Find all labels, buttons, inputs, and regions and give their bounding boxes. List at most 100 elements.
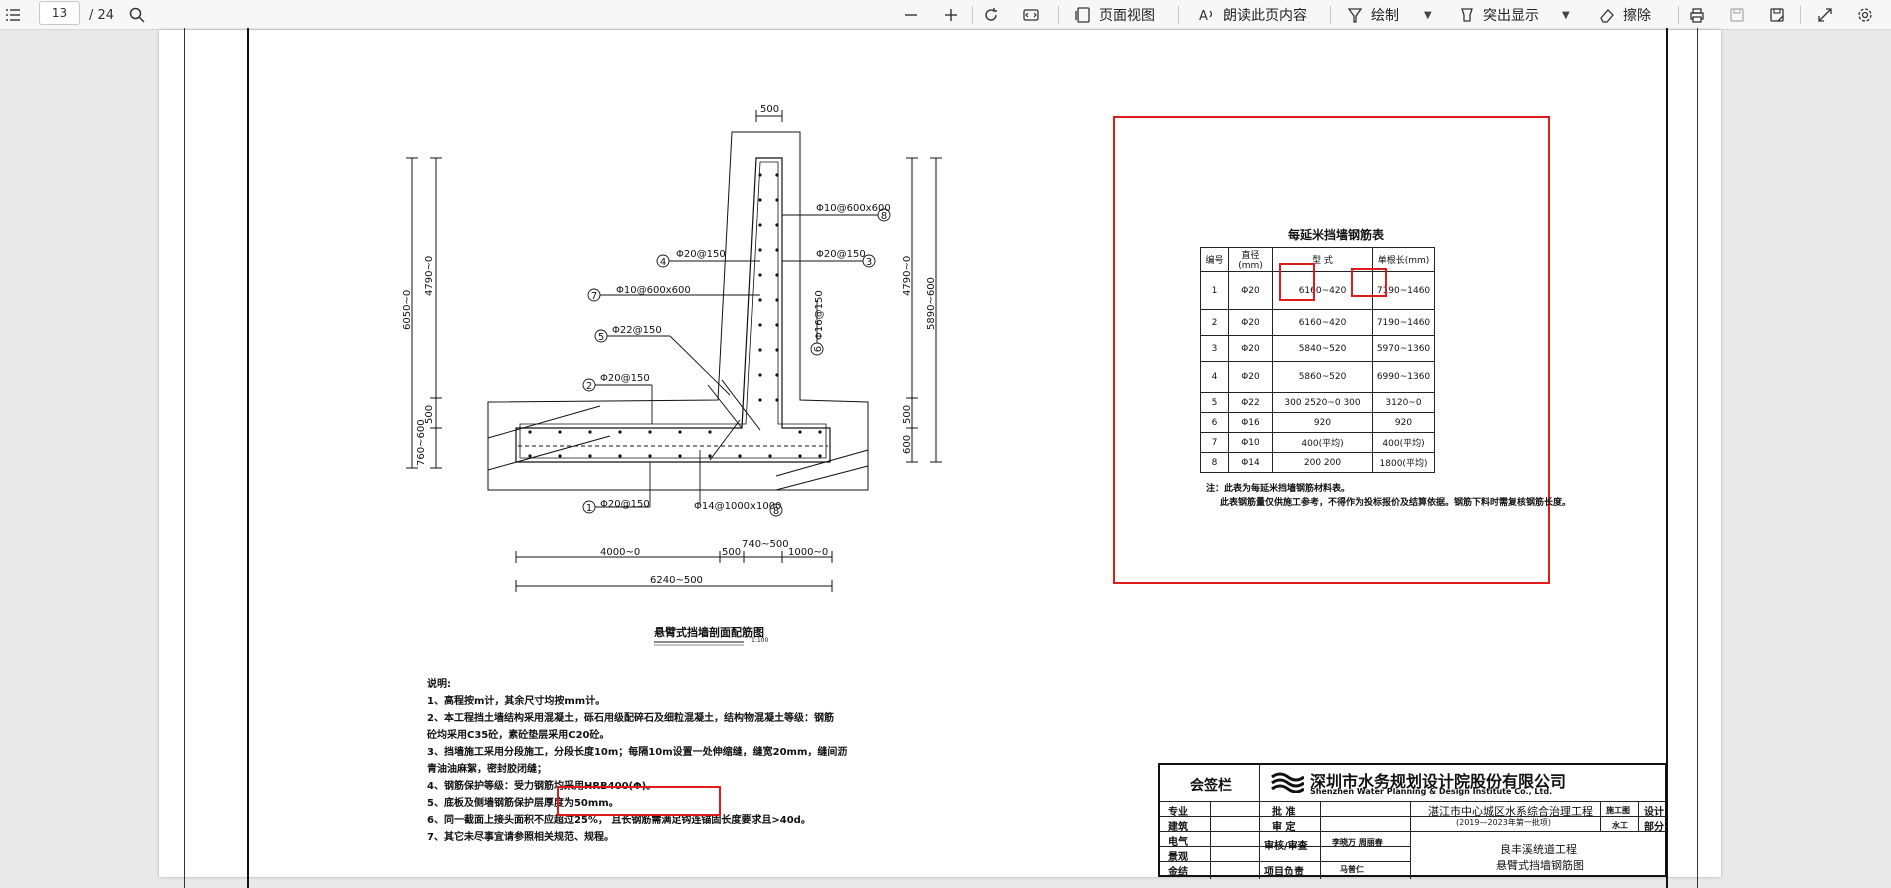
rebar-dia: Φ22 (1228, 392, 1273, 413)
project-phase: (2019—2023年第一批项) (1456, 818, 1551, 827)
signer-names: 马普仁 (1340, 865, 1364, 874)
table-row: 7 Φ10 400(平均) 400(平均) (1200, 432, 1435, 453)
haunch-line (707, 384, 743, 429)
rebar-dia: Φ20 (1228, 309, 1273, 336)
company-name-en: Shenzhen Water Planning & Design Institu… (1310, 787, 1553, 796)
dim-left-base: 760~600 (416, 419, 427, 466)
rebar-dia: Φ20 (1228, 335, 1273, 362)
rebar-no: 4 (1200, 361, 1229, 393)
rebar-dia: Φ14 (1228, 452, 1273, 473)
rebar-len: 3120~0 (1372, 392, 1435, 413)
discipline-label: 金结 (1168, 867, 1188, 878)
rebar-label-1: Φ20@150 (600, 499, 650, 510)
rebar-dia: Φ10 (1228, 432, 1273, 453)
rebar-shape: 5860~520 (1272, 361, 1373, 393)
discipline-label: 景观 (1168, 852, 1188, 863)
rebar-shape: 300 2520~0 300 (1272, 392, 1373, 413)
dim-left-upper: 4790~0 (424, 256, 435, 296)
dimension-lines (406, 110, 942, 592)
dim-bottom-total: 6240~500 (650, 575, 703, 586)
drawing-subtitle: 悬臂式挡墙钢筋图 (1496, 859, 1584, 872)
note-line: 2、本工程挡土墙结构采用混凝土，砾石用级配碎石及细粒混凝土，结构物混凝土等级：钢… (427, 713, 834, 724)
rebar-no: 7 (1200, 432, 1229, 453)
rebar-no: 1 (1200, 271, 1229, 310)
svg-text:4: 4 (660, 257, 666, 268)
annotation-box-notes[interactable] (557, 786, 721, 816)
signer-names: 李晓万 周丽春 (1332, 838, 1383, 847)
role-label: 审核/审查 (1264, 841, 1308, 852)
note-highlighted-text: 且长钢筋需满足钩连锚固长度要求且>40d。 (611, 815, 811, 826)
dim-left-total: 6050~0 (402, 290, 413, 330)
dim-right-base: 600 (902, 435, 913, 454)
rebar-no: 5 (1200, 392, 1229, 413)
dim-bottom-740: 740~500 (742, 539, 789, 550)
dim-bottom-1000: 1000~0 (788, 547, 828, 558)
stage-value: 设计 (1644, 807, 1664, 818)
rebar-len: 7190~1460 (1372, 309, 1435, 336)
table-row: 4 Φ20 5860~520 6990~1360 (1200, 361, 1435, 393)
part-label: 水工 (1612, 821, 1628, 830)
rebar-label-3: Φ20@150 (816, 249, 866, 260)
svg-text:1: 1 (586, 503, 592, 514)
rebar-table-note: 注：此表为每延米挡墙钢筋材料表。 此表钢筋量仅供施工参考，不得作为投标报价及结算… (1206, 482, 1571, 510)
slope-line (775, 449, 869, 477)
rebar-shape: 920 (1272, 412, 1373, 433)
rebar-len: 920 (1372, 412, 1435, 433)
note-line: 青油油麻絮，密封胶闭缝； (427, 764, 547, 775)
table-row: 2 Φ20 6160~420 7190~1460 (1200, 309, 1435, 336)
table-row: 8 Φ14 200 200 1800(平均) (1200, 452, 1435, 473)
dim-top-width: 500 (760, 104, 779, 115)
rebar-note-line: 注：此表为每延米挡墙钢筋材料表。 (1206, 484, 1351, 494)
dim-bottom-4000: 4000~0 (600, 547, 640, 558)
note-line: 砼均采用C35砼，素砼垫层采用C20砼。 (427, 730, 610, 741)
svg-text:7: 7 (591, 291, 597, 302)
rebar-no: 2 (1200, 309, 1229, 336)
svg-text:6: 6 (813, 346, 824, 352)
dim-right-total: 5890~600 (926, 277, 937, 330)
rebar-len: 6990~1360 (1372, 361, 1435, 393)
annotation-box-shape-right[interactable] (1351, 268, 1387, 297)
dim-right-500: 500 (902, 405, 913, 424)
rebar-note-line: 此表钢筋量仅供施工参考，不得作为投标报价及结算依据。钢筋下料时需复核钢筋长度。 (1220, 498, 1572, 508)
note-line: 7、其它未尽事宜请参照相关规范、规程。 (427, 832, 614, 843)
rebar-shape: 6160~420 (1272, 309, 1373, 336)
annotation-box-shape-left[interactable] (1279, 263, 1315, 301)
discipline-label: 建筑 (1168, 822, 1188, 833)
note-line: 1、高程按m计，其余尺寸均按mm计。 (427, 696, 606, 707)
design-notes: 说明: 1、高程按m计，其余尺寸均按mm计。 2、本工程挡土墙结构采用混凝土，砾… (427, 676, 847, 846)
company-logo-icon (1270, 771, 1305, 794)
haunch-line (709, 419, 741, 461)
svg-text:5: 5 (598, 332, 604, 343)
note-line-6: 6、同一截面上接头面积不应超过25%， (427, 815, 608, 826)
rebar-label-7: Φ10@600x600 (616, 285, 691, 296)
sign-field-label: 会签栏 (1190, 778, 1232, 794)
rebar-no: 6 (1200, 412, 1229, 433)
dim-right-upper: 4790~0 (902, 256, 913, 296)
title-block: 会签栏 深圳市水务规划设计院股份有限公司 Shenzhen Water Plan… (1158, 763, 1667, 879)
rebar-label-5: Φ22@150 (612, 325, 662, 336)
retaining-wall-section-drawing: 500 6050~0 4790~0 500 760~600 4790~0 589… (402, 104, 942, 646)
rebar-header: 编号 (1200, 247, 1229, 272)
rebar-cage-inner (519, 161, 827, 459)
wall-outline (487, 131, 869, 491)
rebar-label-8b: Φ14@1000x1000 (694, 501, 781, 512)
svg-text:2: 2 (586, 381, 592, 392)
part-value: 部分 (1644, 822, 1664, 833)
rebar-label-8: Φ10@600x600 (816, 203, 891, 214)
rebar-no: 3 (1200, 335, 1229, 362)
drawing-name: 良丰溪统道工程 (1500, 843, 1577, 856)
rebar-dia: Φ20 (1228, 361, 1273, 393)
role-label: 批 准 (1272, 807, 1296, 818)
drawing-scale: 1:100 (751, 637, 768, 644)
slope-line (487, 405, 601, 439)
rebar-dia: Φ16 (1228, 412, 1273, 433)
notes-heading: 说明: (427, 679, 451, 690)
dim-bottom-500: 500 (722, 547, 741, 558)
table-row: 5 Φ22 300 2520~0 300 3120~0 (1200, 392, 1435, 413)
rebar-shape: 5840~520 (1272, 335, 1373, 362)
rebar-no: 8 (1200, 452, 1229, 473)
rebar-schedule-table: 编号 直径(mm) 型 式 单根长(mm) 1 Φ20 6160~420 7190~1… (1200, 247, 1435, 473)
rebar-len: 1800(平均) (1372, 452, 1435, 473)
role-label: 审 定 (1272, 822, 1296, 833)
rebar-table-title: 每延米挡墙钢筋表 (1288, 228, 1385, 242)
